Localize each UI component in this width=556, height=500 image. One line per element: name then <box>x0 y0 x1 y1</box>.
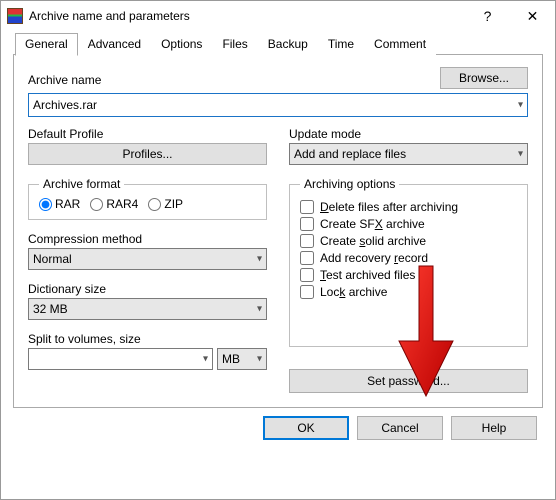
tab-comment[interactable]: Comment <box>364 33 436 55</box>
tab-time[interactable]: Time <box>318 33 364 55</box>
chevron-down-icon: ▾ <box>257 304 262 315</box>
archive-name-label: Archive name <box>28 73 101 87</box>
split-unit-select[interactable]: MB ▾ <box>217 348 267 370</box>
tab-options[interactable]: Options <box>151 33 212 55</box>
profiles-button[interactable]: Profiles... <box>28 143 267 165</box>
chevron-down-icon: ▾ <box>518 100 523 111</box>
ok-button[interactable]: OK <box>263 416 349 440</box>
dialog-buttons: OK Cancel Help <box>1 416 555 454</box>
tab-advanced[interactable]: Advanced <box>78 33 151 55</box>
close-button[interactable]: ✕ <box>510 1 555 31</box>
dictionary-select[interactable]: 32 MB ▾ <box>28 298 267 320</box>
chevron-down-icon: ▾ <box>203 354 208 365</box>
opt-lock[interactable]: Lock archive <box>300 285 517 299</box>
app-icon <box>7 8 23 24</box>
chevron-down-icon: ▾ <box>257 254 262 265</box>
archiving-options-legend: Archiving options <box>300 177 399 191</box>
archive-name-value: Archives.rar <box>33 98 97 112</box>
help-footer-button[interactable]: Help <box>451 416 537 440</box>
tab-backup[interactable]: Backup <box>258 33 318 55</box>
opt-recovery[interactable]: Add recovery record <box>300 251 517 265</box>
dictionary-label: Dictionary size <box>28 282 267 296</box>
split-size-input[interactable]: ▾ <box>28 348 213 370</box>
archive-name-input[interactable]: Archives.rar ▾ <box>28 93 528 117</box>
tab-strip: General Advanced Options Files Backup Ti… <box>1 33 555 55</box>
left-column: Default Profile Profiles... Archive form… <box>28 127 267 393</box>
opt-delete-after[interactable]: Delete files after archiving <box>300 200 517 214</box>
archive-format-legend: Archive format <box>39 177 124 191</box>
split-label: Split to volumes, size <box>28 332 267 346</box>
update-mode-select[interactable]: Add and replace files ▾ <box>289 143 528 165</box>
opt-sfx[interactable]: Create SFX archive <box>300 217 517 231</box>
format-rar[interactable]: RAR <box>39 197 80 211</box>
format-zip[interactable]: ZIP <box>148 197 183 211</box>
opt-test[interactable]: Test archived files <box>300 268 517 282</box>
set-password-button[interactable]: Set password... <box>289 369 528 393</box>
cancel-button[interactable]: Cancel <box>357 416 443 440</box>
update-mode-label: Update mode <box>289 127 528 141</box>
window-title: Archive name and parameters <box>29 9 465 23</box>
default-profile-label: Default Profile <box>28 127 267 141</box>
archiving-options-group: Archiving options Delete files after arc… <box>289 177 528 347</box>
title-bar: Archive name and parameters ? ✕ <box>1 1 555 31</box>
compression-select[interactable]: Normal ▾ <box>28 248 267 270</box>
right-column: Update mode Add and replace files ▾ Arch… <box>289 127 528 393</box>
archive-format-group: Archive format RAR RAR4 ZIP <box>28 177 267 220</box>
chevron-down-icon: ▾ <box>257 354 262 365</box>
general-panel: Archive name Browse... Archives.rar ▾ De… <box>13 55 543 408</box>
tab-general[interactable]: General <box>15 33 78 56</box>
tab-files[interactable]: Files <box>212 33 257 55</box>
help-button[interactable]: ? <box>465 1 510 31</box>
compression-label: Compression method <box>28 232 267 246</box>
browse-button[interactable]: Browse... <box>440 67 528 89</box>
format-rar4[interactable]: RAR4 <box>90 197 138 211</box>
chevron-down-icon: ▾ <box>518 149 523 160</box>
opt-solid[interactable]: Create solid archive <box>300 234 517 248</box>
